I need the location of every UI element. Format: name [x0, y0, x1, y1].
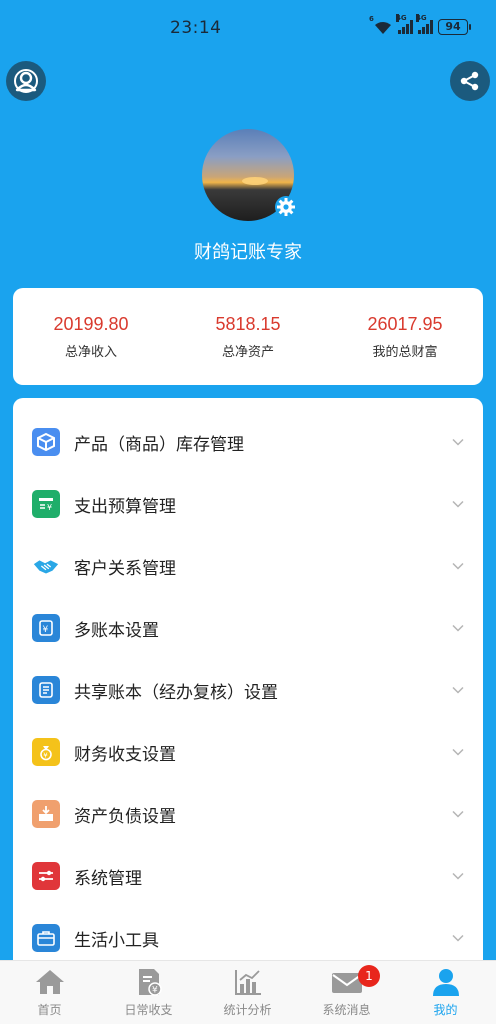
tab-messages[interactable]: 1 系统消息	[297, 961, 396, 1024]
stat-net-assets[interactable]: 5818.15 总净资产	[170, 314, 326, 360]
system-icon	[32, 862, 60, 890]
home-icon	[36, 970, 64, 994]
shared-ledger-icon	[32, 676, 60, 704]
stat-value: 26017.95	[367, 314, 443, 334]
chevron-down-icon	[452, 748, 464, 756]
person-icon	[433, 969, 459, 996]
status-icons: 6 4G 4G 94	[369, 14, 471, 35]
svg-text:¥: ¥	[47, 503, 52, 512]
budget-icon: ¥	[32, 490, 60, 518]
stat-total-wealth[interactable]: 26017.95 我的总财富	[327, 314, 483, 360]
wifi-icon: 6	[369, 15, 393, 34]
menu-label: 产品（商品）库存管理	[74, 434, 244, 455]
menu-card: 产品（商品）库存管理 ¥ 支出预算管理 客户关系管理 ¥ 多账本设置 共享账本（…	[13, 398, 483, 978]
menu-label: 生活小工具	[74, 930, 159, 951]
profile-switch-button[interactable]	[6, 61, 46, 101]
tab-label: 统计分析	[223, 1003, 272, 1017]
tab-label: 首页	[37, 1003, 62, 1017]
menu-item-system[interactable]: 系统管理	[13, 845, 483, 907]
box-icon	[32, 428, 60, 456]
menu-label: 系统管理	[74, 868, 142, 889]
tab-mine[interactable]: 我的	[396, 961, 495, 1024]
network-tag-2: 4G	[416, 14, 427, 22]
user-circle-icon	[14, 69, 38, 93]
signal-icon-1: 4G	[396, 14, 413, 34]
status-bar: 23:14 6 4G 4G 94	[0, 0, 496, 58]
svg-text:¥: ¥	[43, 752, 48, 760]
stat-label: 我的总财富	[372, 345, 438, 360]
assets-icon	[32, 800, 60, 828]
chevron-down-icon	[452, 810, 464, 818]
menu-item-shared-ledger[interactable]: 共享账本（经办复核）设置	[13, 659, 483, 721]
unread-badge: 1	[358, 965, 380, 987]
wifi-tag: 6	[369, 15, 374, 23]
toolbox-icon	[32, 924, 60, 952]
gear-icon[interactable]	[274, 195, 298, 219]
menu-label: 共享账本（经办复核）设置	[74, 682, 278, 703]
svg-text:¥: ¥	[152, 986, 158, 996]
sunset-glow	[242, 177, 268, 185]
chevron-down-icon	[452, 500, 464, 508]
menu-label: 资产负债设置	[74, 806, 176, 827]
signal-icon-2: 4G	[416, 14, 433, 34]
money-bag-icon: ¥	[32, 738, 60, 766]
tab-home[interactable]: 首页	[0, 961, 99, 1024]
status-time: 23:14	[170, 18, 222, 38]
receipt-icon: ¥	[139, 969, 162, 996]
menu-label: 多账本设置	[74, 620, 159, 641]
handshake-icon	[32, 552, 60, 580]
chevron-down-icon	[452, 872, 464, 880]
menu-item-multi-ledger[interactable]: ¥ 多账本设置	[13, 597, 483, 659]
chevron-down-icon	[452, 934, 464, 942]
menu-item-assets-liabilities[interactable]: 资产负债设置	[13, 783, 483, 845]
network-tag-1: 4G	[396, 14, 407, 22]
share-icon	[460, 71, 479, 91]
stat-label: 总净收入	[64, 345, 117, 360]
tab-label: 日常收支	[124, 1003, 173, 1017]
user-name: 财鸽记账专家	[194, 242, 302, 263]
svg-text:¥: ¥	[43, 625, 49, 635]
stats-card: 20199.80 总净收入 5818.15 总净资产 26017.95 我的总财…	[13, 288, 483, 385]
menu-label: 客户关系管理	[74, 558, 176, 579]
chevron-down-icon	[452, 562, 464, 570]
stat-value: 20199.80	[53, 314, 129, 334]
battery-icon: 94	[438, 19, 471, 35]
menu-label: 支出预算管理	[74, 496, 176, 517]
tab-daily[interactable]: ¥ 日常收支	[99, 961, 198, 1024]
tab-bar: 首页 ¥ 日常收支 统计分析 1 系统消息 我的	[0, 960, 496, 1024]
menu-item-customers[interactable]: 客户关系管理	[13, 535, 483, 597]
menu-label: 财务收支设置	[74, 744, 176, 765]
stat-label: 总净资产	[221, 345, 274, 360]
chart-icon	[235, 970, 261, 995]
tab-label: 系统消息	[322, 1003, 371, 1017]
tab-statistics[interactable]: 统计分析	[198, 961, 297, 1024]
share-button[interactable]	[450, 61, 490, 101]
menu-item-budget[interactable]: ¥ 支出预算管理	[13, 473, 483, 535]
stat-value: 5818.15	[215, 314, 281, 334]
ledger-icon: ¥	[32, 614, 60, 642]
stat-net-income[interactable]: 20199.80 总净收入	[13, 314, 169, 360]
menu-item-inventory[interactable]: 产品（商品）库存管理	[13, 411, 483, 473]
tab-label: 我的	[433, 1003, 458, 1017]
chevron-down-icon	[452, 624, 464, 632]
chevron-down-icon	[452, 438, 464, 446]
menu-item-finance-settings[interactable]: ¥ 财务收支设置	[13, 721, 483, 783]
chevron-down-icon	[452, 686, 464, 694]
